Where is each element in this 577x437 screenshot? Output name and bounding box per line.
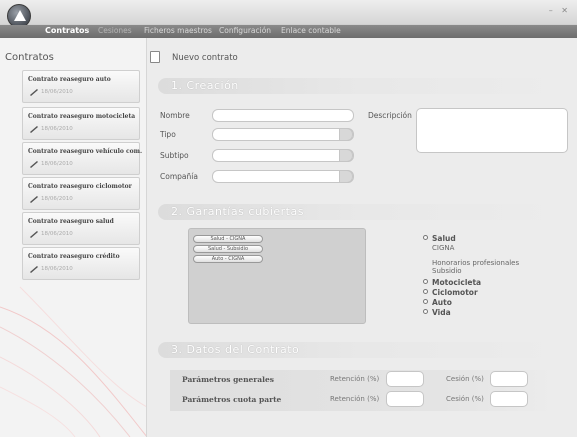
radio-bullet-icon: [423, 289, 428, 294]
contract-title: Contrato reaseguro salud: [28, 218, 114, 225]
selected-warranties-list[interactable]: Salud - CIGNA Salud - Subsidio Auto - CI…: [188, 228, 366, 324]
main-menu: Contratos Cesiones Ficheros maestros Con…: [0, 25, 577, 38]
tree-sub-item[interactable]: Honorarios profesionales: [432, 259, 519, 267]
params-label: Parámetros cuota parte: [182, 395, 282, 404]
params-label: Parámetros generales: [182, 375, 274, 384]
contract-card[interactable]: Contrato reaseguro ciclomotor 18/06/2010: [22, 177, 140, 210]
nombre-label: Nombre: [160, 111, 190, 120]
params-row-cuota-parte: Parámetros cuota parte Retención (%) Ces…: [170, 390, 555, 411]
chevron-down-icon[interactable]: [339, 149, 353, 162]
subtipo-select[interactable]: [212, 149, 354, 162]
subtipo-label: Subtipo: [160, 151, 189, 160]
menu-ficheros-maestros[interactable]: Ficheros maestros: [144, 26, 212, 35]
contract-card[interactable]: Contrato reaseguro vehículo com. 18/06/2…: [22, 142, 143, 175]
tree-item-label: Vida: [432, 308, 451, 317]
contract-card[interactable]: Contrato reaseguro salud 18/06/2010: [22, 212, 140, 245]
menu-contratos[interactable]: Contratos: [45, 26, 89, 35]
contract-date: 18/06/2010: [41, 89, 73, 95]
contract-date: 18/06/2010: [41, 231, 73, 237]
section-title: 2. Garantías cubiertas: [171, 205, 304, 218]
section-header-garantias: 2. Garantías cubiertas: [158, 204, 568, 220]
cession-label: Cesión (%): [446, 395, 484, 403]
sidebar: Contratos Contrato reaseguro auto 18/06/…: [0, 38, 147, 437]
tree-item-motocicleta[interactable]: Motocicleta: [423, 278, 481, 287]
cession-input[interactable]: [490, 391, 528, 407]
retention-input[interactable]: [386, 391, 424, 407]
contract-date: 18/06/2010: [41, 196, 73, 202]
retention-label: Retención (%): [330, 395, 380, 403]
document-icon: [150, 51, 160, 63]
tree-sub-item[interactable]: Subsidio: [432, 267, 462, 275]
section-title: 1. Creación: [171, 79, 239, 92]
tree-sub-item[interactable]: CIGNA: [432, 244, 454, 252]
decorative-swirl: [0, 286, 146, 437]
tipo-label: Tipo: [160, 130, 176, 139]
tipo-select[interactable]: [212, 128, 354, 141]
contract-date: 18/06/2010: [41, 126, 73, 132]
contract-title: Contrato reaseguro crédito: [28, 253, 120, 260]
tree-item-auto[interactable]: Auto: [423, 298, 452, 307]
main-panel: Nuevo contrato 1. Creación Nombre Tipo S…: [148, 38, 577, 437]
contract-title: Contrato reaseguro auto: [28, 76, 111, 83]
pencil-icon[interactable]: [29, 88, 39, 96]
tree-item-vida[interactable]: Vida: [423, 308, 451, 317]
retention-label: Retención (%): [330, 375, 380, 383]
title-bar: – ✕ Contratos Cesiones Ficheros maestros…: [0, 0, 577, 38]
compania-select[interactable]: [212, 170, 354, 183]
menu-cesiones[interactable]: Cesiones: [98, 26, 132, 35]
window-controls[interactable]: – ✕: [549, 6, 571, 15]
cession-label: Cesión (%): [446, 375, 484, 383]
chevron-down-icon[interactable]: [339, 128, 353, 141]
pencil-icon[interactable]: [29, 195, 39, 203]
pencil-icon[interactable]: [29, 125, 39, 133]
descripcion-field[interactable]: [416, 108, 568, 153]
menu-enlace-contable[interactable]: Enlace contable: [281, 26, 341, 35]
menu-configuracion[interactable]: Configuración: [219, 26, 271, 35]
contract-date: 18/06/2010: [41, 161, 73, 167]
params-row-generales: Parámetros generales Retención (%) Cesió…: [170, 370, 555, 391]
tree-item-salud[interactable]: Salud: [423, 234, 456, 243]
tree-item-ciclomotor[interactable]: Ciclomotor: [423, 288, 478, 297]
retention-input[interactable]: [386, 371, 424, 387]
nombre-field[interactable]: [212, 109, 354, 122]
warranty-chip[interactable]: Salud - CIGNA: [193, 235, 263, 243]
radio-bullet-icon: [423, 279, 428, 284]
contract-title: Contrato reaseguro motocicleta: [28, 113, 136, 120]
contract-card[interactable]: Contrato reaseguro auto 18/06/2010: [22, 70, 140, 103]
chevron-down-icon[interactable]: [339, 170, 353, 183]
warranty-chip[interactable]: Auto - CIGNA: [193, 255, 263, 263]
pencil-icon[interactable]: [29, 230, 39, 238]
sidebar-title: Contratos: [5, 52, 54, 63]
tree-item-label: Ciclomotor: [432, 288, 478, 297]
contract-title: Contrato reaseguro vehículo com.: [28, 148, 143, 155]
section-title: 3. Datos del Contrato: [171, 343, 300, 356]
contract-card[interactable]: Contrato reaseguro motocicleta 18/06/201…: [22, 107, 140, 140]
contract-title: Contrato reaseguro ciclomotor: [28, 183, 132, 190]
warranty-chip[interactable]: Salud - Subsidio: [193, 245, 263, 253]
tree-item-label: Salud: [432, 234, 456, 243]
descripcion-label: Descripción: [368, 111, 412, 120]
radio-bullet-icon: [423, 309, 428, 314]
page-title: Nuevo contrato: [172, 53, 238, 63]
cession-input[interactable]: [490, 371, 528, 387]
section-header-creacion: 1. Creación: [158, 78, 568, 94]
tree-item-label: Auto: [432, 298, 452, 307]
compania-label: Compañía: [160, 172, 198, 181]
radio-bullet-icon: [423, 299, 428, 304]
section-header-datos: 3. Datos del Contrato: [158, 342, 568, 358]
radio-bullet-icon: [423, 235, 428, 240]
tree-item-label: Motocicleta: [432, 278, 482, 287]
pencil-icon[interactable]: [29, 160, 39, 168]
